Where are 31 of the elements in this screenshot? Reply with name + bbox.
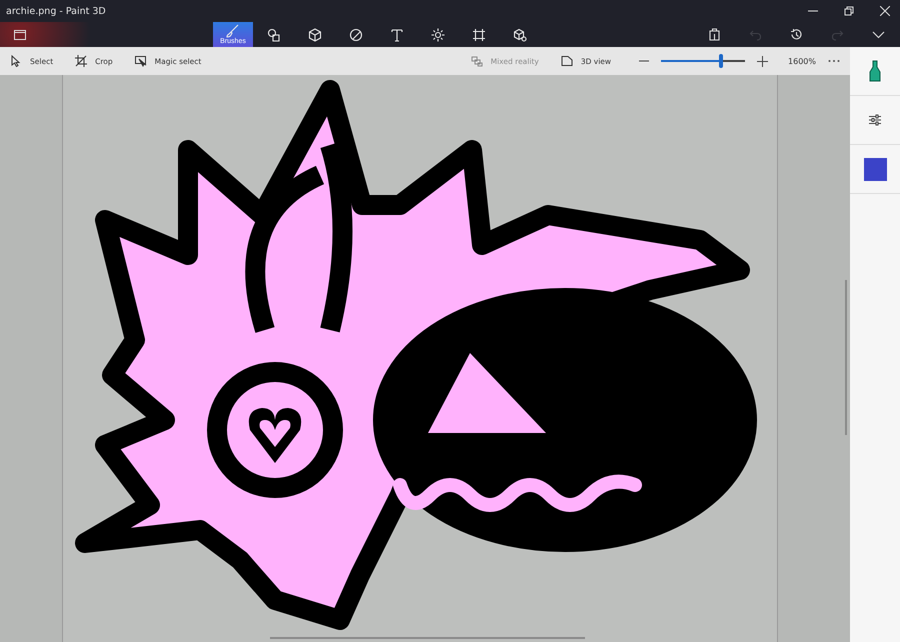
sliders-icon: [869, 114, 881, 126]
sticker-icon: [349, 28, 363, 42]
vertical-scrollbar[interactable]: [845, 280, 847, 435]
cursor-icon: [10, 55, 22, 67]
view-icon: [560, 55, 573, 67]
crop-icon: [75, 55, 88, 67]
cube-icon: [308, 28, 322, 42]
redo-icon: [831, 28, 844, 41]
close-icon[interactable]: [880, 6, 890, 16]
restore-icon[interactable]: [844, 6, 854, 16]
layers-icon: [470, 55, 483, 67]
magic-select-icon: [134, 55, 147, 67]
history-icon: [790, 28, 803, 41]
cube-icon: [513, 28, 527, 42]
clipboard-icon: [708, 28, 721, 41]
more-icon[interactable]: [828, 59, 840, 63]
sun-icon: [431, 28, 445, 42]
grid-icon: [472, 28, 486, 42]
zoom-slider[interactable]: [661, 54, 746, 68]
zoom-reading: 1600%: [788, 56, 816, 66]
folder-icon: [14, 30, 26, 40]
text-icon: [390, 28, 404, 42]
window-title: archie.png - Paint 3D: [6, 6, 107, 16]
brush-icon: [226, 24, 240, 38]
horizontal-scrollbar[interactable]: [270, 637, 585, 639]
marker-icon: [868, 60, 882, 82]
color-swatch[interactable]: [864, 158, 886, 180]
plus-icon: [757, 56, 768, 66]
shapes-icon: [267, 28, 281, 42]
undo-icon: [749, 28, 762, 41]
slider-thumb[interactable]: [718, 54, 723, 68]
